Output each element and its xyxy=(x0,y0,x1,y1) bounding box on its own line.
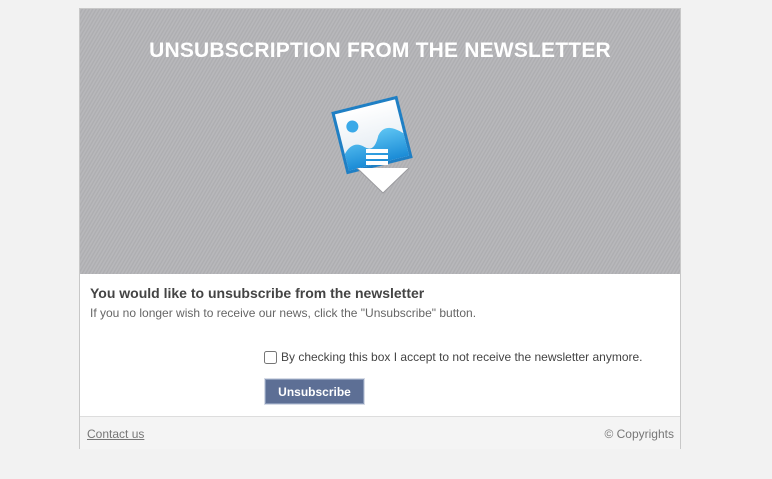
unsubscribe-button[interactable]: Unsubscribe xyxy=(265,379,364,404)
page-title: UNSUBSCRIPTION FROM THE NEWSLETTER xyxy=(149,39,611,62)
confirm-checkbox[interactable] xyxy=(264,350,277,364)
header-banner: UNSUBSCRIPTION FROM THE NEWSLETTER xyxy=(80,9,680,274)
form-heading: You would like to unsubscribe from the n… xyxy=(90,285,425,301)
confirm-checkbox-row[interactable]: By checking this box I accept to not rec… xyxy=(264,350,643,364)
newsletter-panel: UNSUBSCRIPTION FROM THE NEWSLETTER You w… xyxy=(79,8,681,449)
unsubscribe-form: You would like to unsubscribe from the n… xyxy=(80,274,680,416)
copyright-text: © Copyrights xyxy=(604,427,674,441)
footer: Contact us © Copyrights xyxy=(80,416,680,449)
form-description: If you no longer wish to receive our new… xyxy=(90,306,477,320)
confirm-checkbox-label: By checking this box I accept to not rec… xyxy=(281,350,643,364)
contact-us-link[interactable]: Contact us xyxy=(87,427,144,441)
image-download-icon xyxy=(331,95,413,194)
